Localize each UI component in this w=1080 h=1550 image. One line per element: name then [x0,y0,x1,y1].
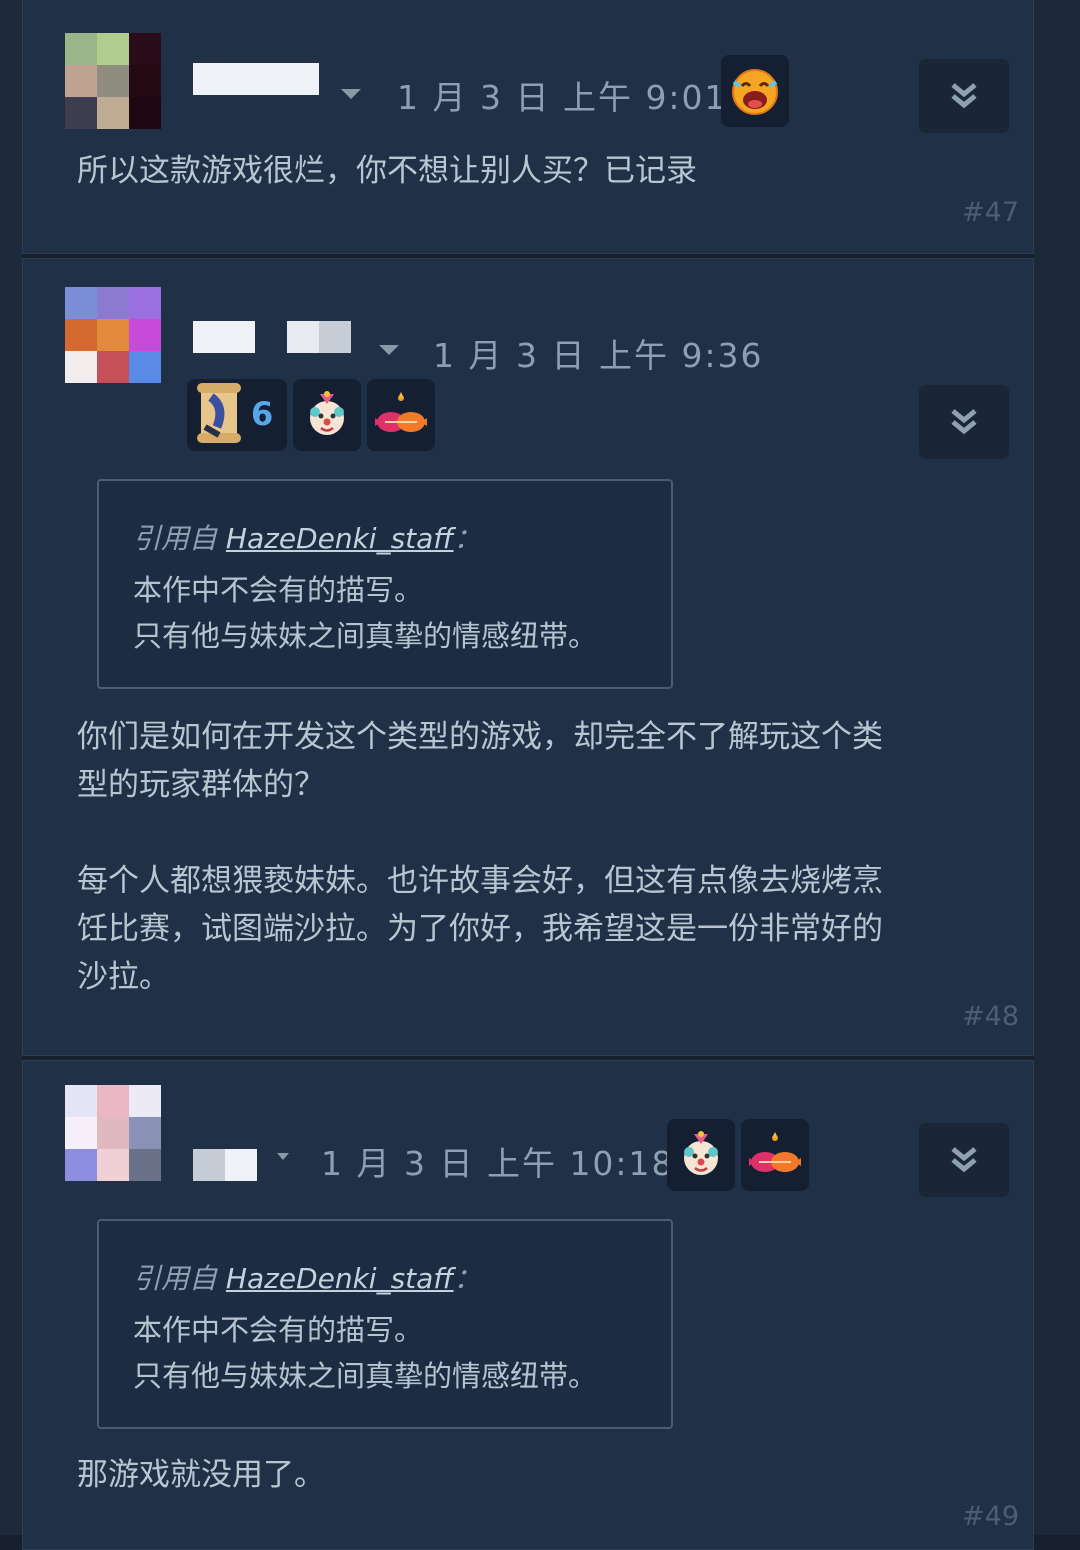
award-count: 6 [251,395,274,433]
collapse-button[interactable] [919,385,1009,459]
quote-prefix: 引用自 [133,522,218,555]
comment-post: 1 月 3 日 上午 9:01 所以这款游戏很烂，你不想让别人买？已记录 #47 [22,0,1034,254]
quote-colon: ： [453,522,482,555]
laughing-crying-emoji-icon [721,55,789,127]
double-chevron-down-icon [951,83,977,109]
clown-face-icon [293,379,361,451]
post-number[interactable]: #47 [962,197,1019,228]
quote-colon: ： [453,1262,482,1295]
page-right-edge [1034,0,1080,1535]
quote-author-link[interactable]: HazeDenki_staff [226,522,454,555]
post-timestamp: 1 月 3 日 上午 9:36 [433,336,764,375]
double-chevron-down-icon [951,1147,977,1173]
avatar[interactable] [65,287,161,383]
collapse-button[interactable] [919,59,1009,133]
quote-author-link[interactable]: HazeDenki_staff [226,1262,454,1295]
post-body-line: 饪比赛，试图端沙拉。为了你好，我希望这是一份非常好的 [77,911,883,947]
quote-line: 只有他与妹妹之间真挚的情感纽带。 [133,1359,598,1393]
avatar[interactable] [65,1085,161,1181]
collapse-button[interactable] [919,1123,1009,1197]
post-number[interactable]: #48 [962,1001,1019,1032]
username-redacted[interactable] [193,1149,257,1181]
username-redacted[interactable] [287,321,351,353]
post-body-text: 那游戏就没用了。 [77,1457,325,1493]
chevron-down-icon[interactable] [379,345,399,355]
quote-line: 本作中不会有的描写。 [133,573,424,607]
chevron-down-icon[interactable] [341,89,361,99]
scroll-award-icon [197,383,241,443]
quote-line: 只有他与妹妹之间真挚的情感纽带。 [133,619,598,653]
post-body-text: 所以这款游戏很烂，你不想让别人买？已记录 [77,153,697,189]
post-body-line: 你们是如何在开发这个类型的游戏，却完全不了解玩这个类 [77,719,883,755]
post-body-line: 型的玩家群体的？ [77,767,325,803]
post-body-line: 每个人都想猥亵妹妹。也许故事会好，但这有点像去烧烤烹 [77,863,883,899]
heart-candy-icon [741,1119,809,1191]
page-left-edge [0,0,22,1535]
quote-block: 引用自 HazeDenki_staff： 本作中不会有的描写。 只有他与妹妹之间… [97,479,673,689]
quote-line: 本作中不会有的描写。 [133,1313,424,1347]
avatar[interactable] [65,33,161,129]
heart-candy-icon [367,379,435,451]
post-body-line: 沙拉。 [77,959,170,995]
quote-prefix: 引用自 [133,1262,218,1295]
quote-block: 引用自 HazeDenki_staff： 本作中不会有的描写。 只有他与妹妹之间… [97,1219,673,1429]
username-redacted[interactable] [193,63,319,95]
quote-header: 引用自 HazeDenki_staff： [133,1257,482,1297]
quote-header: 引用自 HazeDenki_staff： [133,517,482,557]
chevron-down-icon[interactable] [277,1153,289,1160]
post-timestamp: 1 月 3 日 上午 10:18 [321,1144,675,1183]
username-redacted[interactable] [193,321,255,353]
clown-face-icon [667,1119,735,1191]
post-number[interactable]: #49 [962,1501,1019,1532]
post-timestamp: 1 月 3 日 上午 9:01 [397,78,728,117]
comment-post: 1 月 3 日 上午 10:18 引用自 HazeDenki_staff： 本作… [22,1060,1034,1550]
double-chevron-down-icon [951,409,977,435]
award-badge-group: 6 [187,379,287,451]
comment-post: 1 月 3 日 上午 9:36 6 引用自 HazeDenki_staff： 本… [22,258,1034,1056]
